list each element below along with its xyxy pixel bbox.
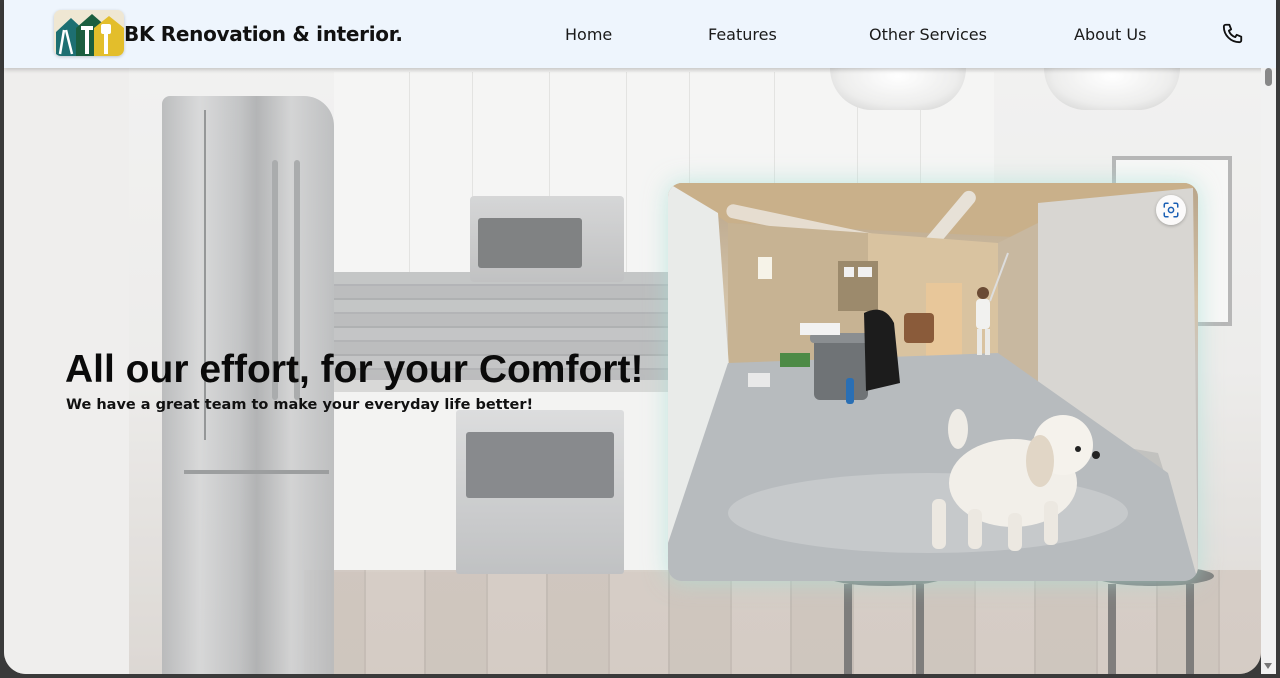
- scroll-down-arrow-icon[interactable]: [1264, 663, 1272, 669]
- site-header: BK Renovation & interior. Home Features …: [4, 0, 1276, 68]
- renovation-photo: [668, 183, 1198, 581]
- hero-subtitle: We have a great team to make your everyd…: [66, 397, 534, 413]
- nav-about-us[interactable]: About Us: [1074, 25, 1146, 44]
- hero-title: All our effort, for your Comfort!: [65, 348, 644, 391]
- visual-search-icon[interactable]: [1156, 195, 1186, 225]
- nav-home[interactable]: Home: [565, 25, 612, 44]
- page-scrollbar[interactable]: [1261, 68, 1276, 674]
- nav-features[interactable]: Features: [708, 25, 777, 44]
- brand-name[interactable]: BK Renovation & interior.: [124, 22, 403, 46]
- phone-icon[interactable]: [1222, 22, 1244, 44]
- nav-other-services[interactable]: Other Services: [869, 25, 987, 44]
- house-tools-logo-icon[interactable]: [54, 10, 124, 56]
- scrollbar-thumb[interactable]: [1265, 68, 1272, 86]
